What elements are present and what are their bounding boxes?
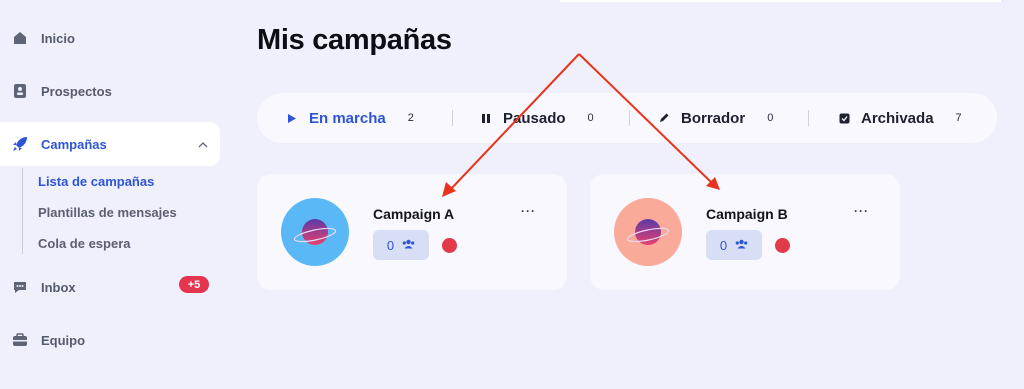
annotation-arrow-left (442, 53, 580, 197)
annotation-arrows (442, 53, 720, 197)
annotation-arrow-right (578, 53, 720, 190)
